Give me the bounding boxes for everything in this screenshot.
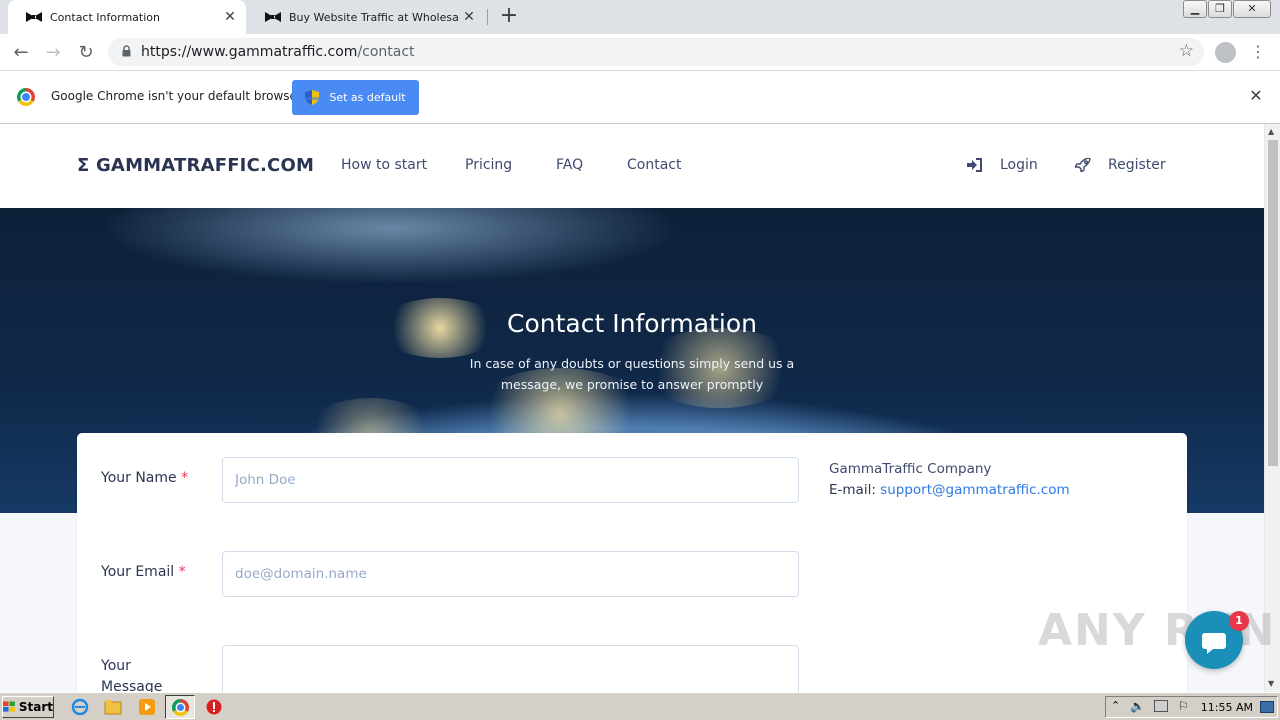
- start-button[interactable]: Start: [2, 696, 54, 718]
- clock: 11:55 AM: [1200, 701, 1253, 714]
- url-host: https://www.gammatraffic.com: [141, 44, 358, 60]
- nav-how-to-start[interactable]: How to start: [341, 157, 427, 173]
- message-textarea[interactable]: [222, 645, 799, 692]
- tray-expand-icon[interactable]: ⌃: [1111, 699, 1120, 712]
- login-link[interactable]: Login: [1000, 157, 1038, 173]
- chrome-logo-icon: [17, 88, 35, 106]
- contact-card: Your Name * Your Email * Your Message * …: [77, 433, 1187, 692]
- nav-pricing[interactable]: Pricing: [465, 157, 512, 173]
- scroll-thumb[interactable]: [1268, 140, 1278, 466]
- url-path: /contact: [357, 44, 415, 60]
- tab-buy-website-traffic[interactable]: Buy Website Traffic at Wholesale Ra ✕: [247, 0, 485, 34]
- tab-contact-information[interactable]: Contact Information ✕: [8, 0, 246, 34]
- lock-icon: [122, 45, 131, 57]
- forward-button[interactable]: →: [40, 40, 66, 66]
- infobar-message: Google Chrome isn't your default browser: [51, 89, 302, 103]
- email-input[interactable]: [222, 551, 799, 597]
- restore-button[interactable]: ❐: [1208, 0, 1232, 18]
- chrome-taskbar-button[interactable]: [165, 695, 195, 719]
- scroll-up-icon[interactable]: ▲: [1268, 127, 1274, 136]
- login-icon: [967, 158, 982, 172]
- hero-subtitle: In case of any doubts or questions simpl…: [469, 356, 795, 392]
- internet-explorer-icon[interactable]: [71, 698, 89, 716]
- windows-logo-icon: [3, 701, 15, 712]
- close-tab-icon[interactable]: ✕: [459, 9, 479, 25]
- site-header: Σ GAMMATRAFFIC.COM How to start Pricing …: [0, 124, 1264, 208]
- browser-toolbar: ← → ↻ https://www.gammatraffic.com/conta…: [0, 34, 1280, 71]
- media-player-icon[interactable]: [138, 698, 156, 716]
- company-name: GammaTraffic Company: [829, 461, 992, 477]
- tab-strip: Contact Information ✕ Buy Website Traffi…: [0, 0, 1280, 34]
- name-label: Your Name *: [101, 470, 189, 486]
- chrome-taskbar-icon: [172, 699, 189, 716]
- start-label: Start: [18, 700, 53, 714]
- reload-button[interactable]: ↻: [73, 40, 99, 66]
- default-browser-infobar: Google Chrome isn't your default browser…: [0, 72, 1280, 124]
- message-label: Your Message *: [101, 658, 163, 692]
- nav-faq[interactable]: FAQ: [556, 157, 583, 173]
- windows-taskbar: Start ⌃ 🔈 ⚐ 11:55 AM: [0, 692, 1280, 720]
- close-tab-icon[interactable]: ✕: [220, 9, 240, 25]
- company-email: E-mail: support@gammatraffic.com: [829, 480, 1070, 501]
- chat-notification-badge: 1: [1229, 611, 1249, 631]
- bookmark-star-icon[interactable]: ☆: [1179, 41, 1194, 61]
- set-as-default-label: Set as default: [329, 91, 406, 104]
- set-as-default-button[interactable]: Set as default: [292, 80, 419, 115]
- uac-shield-icon: [305, 90, 320, 105]
- chrome-menu-icon[interactable]: ⋮: [1250, 40, 1266, 64]
- address-bar[interactable]: https://www.gammatraffic.com/contact ☆: [108, 38, 1204, 66]
- new-tab-button[interactable]: +: [498, 4, 520, 28]
- close-infobar-icon[interactable]: ✕: [1247, 87, 1265, 105]
- email-label: Your Email *: [101, 564, 186, 580]
- scroll-down-icon[interactable]: ▼: [1268, 679, 1274, 688]
- antivirus-alert-icon[interactable]: [205, 698, 223, 716]
- action-center-flag-icon[interactable]: ⚐: [1178, 699, 1189, 713]
- email-label-text: E-mail:: [829, 482, 876, 498]
- system-tray: ⌃ 🔈 ⚐ 11:55 AM: [1105, 696, 1278, 718]
- show-desktop-icon[interactable]: [1260, 701, 1274, 713]
- minimize-button[interactable]: ▁: [1183, 0, 1207, 18]
- file-explorer-icon[interactable]: [104, 698, 122, 716]
- hero-title: Contact Information: [507, 309, 757, 338]
- network-icon[interactable]: [1154, 700, 1168, 712]
- back-button[interactable]: ←: [8, 40, 34, 66]
- close-window-button[interactable]: ✕: [1233, 0, 1271, 18]
- name-input[interactable]: [222, 457, 799, 503]
- bowtie-favicon-icon: [265, 12, 281, 22]
- tab-title: Contact Information: [50, 10, 160, 24]
- site-logo[interactable]: Σ GAMMATRAFFIC.COM: [77, 155, 314, 176]
- volume-icon[interactable]: 🔈: [1130, 699, 1145, 713]
- url-text: https://www.gammatraffic.com/contact: [141, 44, 415, 60]
- tab-separator: [487, 9, 488, 25]
- profile-avatar-icon[interactable]: [1215, 42, 1236, 63]
- bowtie-favicon-icon: [26, 12, 42, 22]
- nav-contact[interactable]: Contact: [627, 157, 681, 173]
- register-link[interactable]: Register: [1108, 157, 1166, 173]
- support-email-link[interactable]: support@gammatraffic.com: [880, 482, 1069, 498]
- tab-title: Buy Website Traffic at Wholesale Ra: [289, 10, 459, 24]
- rocket-icon: [1075, 158, 1091, 172]
